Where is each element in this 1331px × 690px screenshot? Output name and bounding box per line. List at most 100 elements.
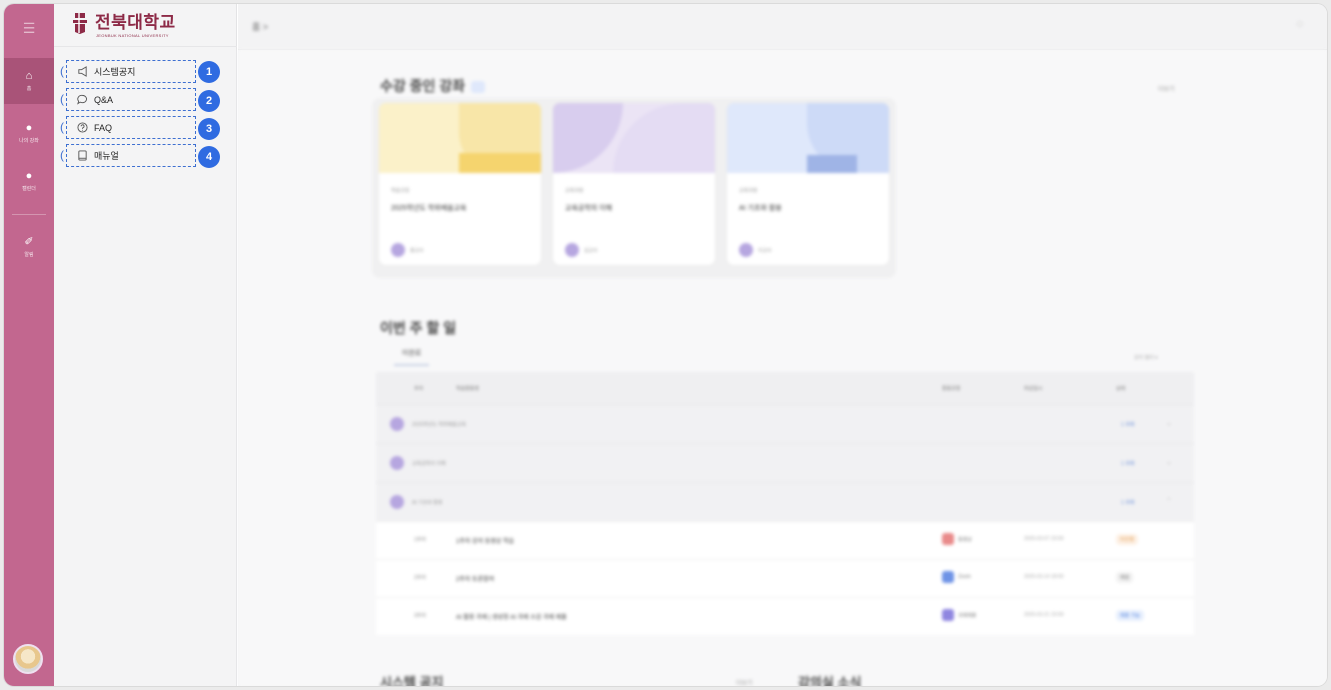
chevron-down-icon[interactable]: ⌄ (1166, 419, 1172, 427)
course-cover (727, 103, 889, 173)
highlight-bracket: ( (60, 120, 64, 134)
professor-avatar (391, 243, 405, 257)
main-area: 홈 > ◌ 수강 중인 강좌 더보기 학습코칭 2025학년도 학위배움교육 홍… (238, 4, 1327, 686)
course-group-row[interactable]: 교육공학의 이해 1 과제 ⌄ (376, 443, 1194, 482)
todo-section-title: 이번 주 할 일 (380, 320, 457, 336)
column-header: 마감일시 (1024, 386, 1043, 392)
row-type-label: 과제제출 (958, 612, 977, 619)
breadcrumb[interactable]: 홈 > (252, 20, 268, 33)
user-avatar[interactable] (13, 644, 43, 674)
menu-icon[interactable]: ☰ (4, 4, 54, 52)
system-notice-title: 시스템 공지 (380, 675, 444, 686)
row-due: 2025-03-14 18:00 (1024, 574, 1064, 580)
row-type: Zoom (942, 571, 971, 583)
course-group-name: AI 기초와 활용 (412, 500, 443, 506)
course-group-row[interactable]: AI 기초와 활용 1 과제 ⌃ (376, 482, 1194, 521)
video-icon (942, 533, 954, 545)
row-due: 2025-03-07 23:59 (1024, 536, 1064, 542)
course-avatar (390, 417, 404, 431)
professor-avatar (565, 243, 579, 257)
course-filter[interactable]: 강의 필터 ▾ (1134, 354, 1158, 361)
course-card[interactable]: 교육과정 교육공학의 이해 김교수 (552, 102, 716, 266)
rail-item-label: 알림 (24, 252, 34, 258)
chevron-up-icon[interactable]: ⌃ (1166, 497, 1172, 505)
course-group-name: 2025학년도 학위배움교육 (412, 422, 466, 428)
notification-icon[interactable]: ◌ (1296, 18, 1303, 30)
rail-item-alerts[interactable]: ✐ 알림 (4, 224, 54, 270)
column-header: 활동유형 (942, 386, 961, 392)
course-name: 교육공학의 이해 (565, 205, 613, 212)
rail-item-label: 나의 강좌 (19, 138, 39, 144)
professor-name: 홍교수 (410, 247, 424, 254)
table-row[interactable]: 2주차 2주차 토론참여 Zoom 2025-03-14 18:00 예정 (376, 559, 1194, 597)
row-type-label: Zoom (958, 574, 971, 580)
notice-more-link[interactable]: 더보기 (736, 678, 753, 686)
zoom-icon (942, 571, 954, 583)
rail-item-label: 캘린더 (22, 186, 36, 192)
course-card[interactable]: 교육과정 AI 기초와 활용 이교수 (726, 102, 890, 266)
table-row[interactable]: 1주차 1주차 강의 동영상 학습 동영상 2025-03-07 23:59 미… (376, 521, 1194, 559)
calendar-icon: ● (25, 170, 33, 182)
professor-avatar (739, 243, 753, 257)
column-header: 상태 (1116, 386, 1126, 392)
panel-item-qna[interactable]: ( Q&A (60, 88, 196, 111)
rail-item-courses[interactable]: ● 나의 강좌 (4, 110, 54, 156)
table-header: 주차 학습활동명 활동유형 마감일시 상태 (376, 372, 1194, 404)
bell-icon: ✐ (24, 236, 34, 248)
highlight-bracket: ( (60, 148, 64, 162)
panel-item-faq[interactable]: ( FAQ (60, 116, 196, 139)
course-category: 교육과정 (739, 188, 758, 194)
side-panel: 전북대학교 JEONBUK NATIONAL UNIVERSITY ( 시스템공… (54, 4, 237, 686)
row-title: 2주차 토론참여 (456, 577, 495, 583)
course-group-count: 1 과제 (1121, 422, 1135, 428)
row-week: 3주차 (414, 613, 426, 619)
university-logo[interactable]: 전북대학교 JEONBUK NATIONAL UNIVERSITY (72, 12, 176, 38)
course-category: 학습코칭 (391, 188, 410, 194)
top-bar: 홈 > ◌ (238, 4, 1327, 50)
home-icon: ⌂ (25, 70, 33, 82)
tab-incomplete[interactable]: 미완료 (394, 348, 430, 366)
step-badge: 3 (198, 118, 220, 140)
rail-item-label: 홈 (26, 86, 32, 92)
row-week: 1주차 (414, 537, 426, 543)
course-group-count: 1 과제 (1121, 500, 1135, 506)
course-professor: 이교수 (739, 243, 772, 257)
rail-item-home[interactable]: ⌂ 홈 (4, 58, 54, 104)
rail-item-calendar[interactable]: ● 캘린더 (4, 158, 54, 204)
panel-item-manual[interactable]: ( 매뉴얼 (60, 144, 196, 167)
course-category: 교육과정 (565, 188, 584, 194)
table-row[interactable]: 3주차 AI 활용 과제 | 생성형 AI 과제 소감 과제 제출 과제제출 2… (376, 597, 1194, 635)
professor-name: 김교수 (584, 247, 598, 254)
panel-item-label: FAQ (94, 122, 113, 133)
row-type: 동영상 (942, 533, 972, 545)
highlight-bracket: ( (60, 92, 64, 106)
column-header: 학습활동명 (456, 386, 480, 392)
row-due: 2025-03-21 23:59 (1024, 612, 1064, 618)
course-name: 2025학년도 학위배움교육 (391, 205, 467, 212)
classroom-news-title: 강의실 소식 (798, 675, 862, 686)
panel-item-system-notice[interactable]: ( 시스템공지 (60, 60, 196, 83)
course-name: AI 기초와 활용 (739, 205, 782, 212)
course-group-row[interactable]: 2025학년도 학위배움교육 1 과제 ⌄ (376, 404, 1194, 443)
panel-divider (54, 46, 237, 47)
course-group-name: 교육공학의 이해 (412, 461, 446, 467)
row-type-label: 동영상 (958, 536, 972, 543)
megaphone-icon (76, 66, 88, 78)
highlight-bracket: ( (60, 64, 64, 78)
panel-item-label: 매뉴얼 (94, 151, 119, 161)
course-professor: 홍교수 (391, 243, 424, 257)
step-badge: 2 (198, 90, 220, 112)
chevron-down-icon[interactable]: ⌄ (1166, 458, 1172, 466)
status-badge: 예정 (1116, 572, 1134, 583)
todo-table: 주차 학습활동명 활동유형 마감일시 상태 2025학년도 학위배움교육 1 과… (376, 372, 1194, 635)
course-card[interactable]: 학습코칭 2025학년도 학위배움교육 홍교수 (378, 102, 542, 266)
professor-name: 이교수 (758, 247, 772, 254)
step-badge: 4 (198, 146, 220, 168)
row-title: 1주차 강의 동영상 학습 (456, 539, 515, 545)
courses-section-title: 수강 중인 강좌 (380, 76, 486, 96)
status-badge: 제출 가능 (1116, 610, 1144, 621)
row-title: AI 활용 과제 | 생성형 AI 과제 소감 과제 제출 (456, 615, 567, 621)
course-group-count: 1 과제 (1121, 461, 1135, 467)
courses-more-link[interactable]: 더보기 (1158, 84, 1175, 93)
column-header: 주차 (414, 386, 424, 392)
